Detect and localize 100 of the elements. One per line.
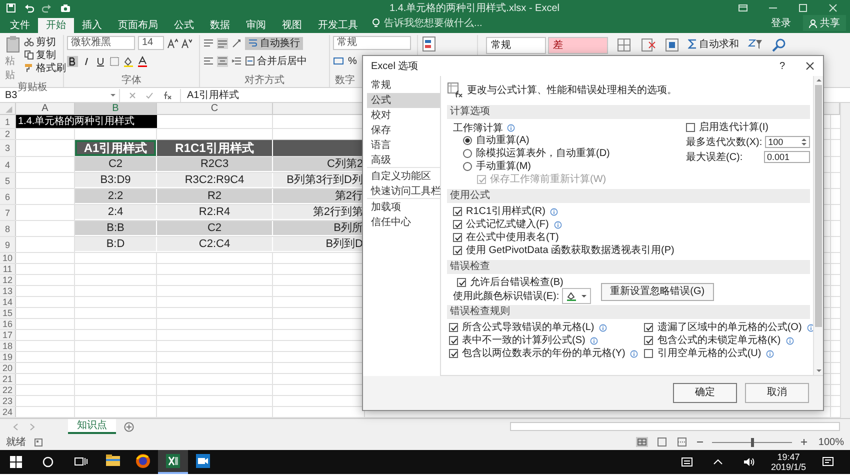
radio-button[interactable]	[463, 162, 472, 171]
row-header[interactable]: 12	[0, 275, 16, 285]
format-cells-icon[interactable]	[664, 37, 680, 53]
sidebar-item[interactable]: 加载项	[367, 200, 440, 215]
number-field[interactable]: 0.001	[764, 150, 810, 162]
reset-errors-button[interactable]: 重新设置忽略错误(G)	[601, 283, 714, 301]
row-header[interactable]: 16	[0, 319, 16, 329]
sidebar-item[interactable]: 信任中心	[367, 215, 440, 230]
color-picker[interactable]	[562, 288, 592, 304]
ribbon-tab[interactable]: 插入	[74, 18, 110, 33]
task-view-icon[interactable]	[74, 456, 88, 468]
add-sheet-icon[interactable]	[124, 422, 134, 432]
ribbon-tab[interactable]: 公式	[166, 18, 202, 33]
camera-icon[interactable]	[60, 3, 71, 13]
page-layout-icon[interactable]	[656, 437, 668, 447]
sheet-tab[interactable]: 知识点	[68, 419, 116, 434]
help-button[interactable]: ?	[779, 60, 785, 72]
scroll-thumb[interactable]	[815, 85, 822, 327]
sidebar-item[interactable]: 校对	[367, 108, 440, 123]
row-header[interactable]: 1	[0, 115, 16, 128]
radio-button[interactable]	[463, 136, 472, 145]
checkbox[interactable]	[449, 349, 458, 358]
radio-button[interactable]	[463, 149, 472, 158]
cell-style[interactable]: 差	[548, 37, 608, 54]
sidebar-item[interactable]: 语言	[367, 138, 440, 153]
checkbox[interactable]	[449, 323, 458, 332]
row-header[interactable]: 14	[0, 297, 16, 307]
sidebar-item[interactable]: 公式	[367, 93, 440, 108]
checkbox[interactable]	[449, 336, 458, 345]
align-middle-icon[interactable]	[217, 38, 228, 48]
checkbox[interactable]	[457, 278, 466, 287]
borders-icon[interactable]	[109, 56, 120, 66]
ribbon-display-icon[interactable]	[738, 3, 748, 13]
number-field[interactable]: 100	[765, 136, 810, 148]
row-header[interactable]: 18	[0, 341, 16, 351]
row-header[interactable]: 7	[0, 205, 16, 220]
ribbon-tab[interactable]: 页面布局	[110, 18, 166, 33]
checkbox[interactable]	[453, 207, 462, 216]
clipboard-button[interactable]: 复制	[24, 48, 66, 61]
row-header[interactable]: 19	[0, 352, 16, 362]
underline-icon[interactable]	[95, 56, 106, 66]
chevron-up-icon[interactable]	[712, 458, 723, 466]
zoom-in-icon[interactable]	[800, 438, 808, 446]
orientation-icon[interactable]	[231, 38, 242, 48]
sidebar-item[interactable]: 常规	[367, 78, 440, 93]
ribbon-tab[interactable]: 文件	[2, 18, 38, 33]
delete-cells-icon[interactable]	[640, 37, 656, 53]
maximize-icon[interactable]	[798, 3, 808, 13]
speaker-icon[interactable]	[742, 457, 755, 467]
page-break-icon[interactable]	[676, 437, 688, 447]
paste-button[interactable]: 粘贴	[5, 35, 21, 82]
bold-icon[interactable]	[67, 56, 78, 66]
ribbon-tab[interactable]: 数据	[202, 18, 238, 33]
row-header[interactable]: 23	[0, 396, 16, 406]
row-header[interactable]: 9	[0, 237, 16, 252]
row-header[interactable]: 5	[0, 173, 16, 188]
clock[interactable]: 19:47 2019/1/5	[770, 452, 806, 472]
checkbox[interactable]	[453, 233, 462, 242]
macro-record-icon[interactable]	[34, 438, 43, 446]
sidebar-item[interactable]: 快速访问工具栏	[367, 184, 440, 199]
vertical-scrollbar[interactable]	[813, 76, 823, 375]
search-box[interactable]: 告诉我您想要做什么...	[366, 16, 488, 33]
merge-center-button[interactable]: 合并后居中	[245, 54, 307, 68]
close-icon[interactable]	[805, 61, 815, 71]
row-header[interactable]: 17	[0, 330, 16, 340]
checkbox[interactable]	[644, 323, 654, 332]
keyboard-icon[interactable]	[680, 457, 693, 467]
fill-color-icon[interactable]	[123, 56, 134, 66]
sidebar-item[interactable]: 自定义功能区	[367, 169, 440, 184]
increase-font-icon[interactable]	[167, 38, 178, 48]
row-header[interactable]: 20	[0, 363, 16, 373]
font-color-icon[interactable]	[137, 56, 148, 66]
ribbon-tab[interactable]: 开始	[38, 18, 74, 33]
undo-icon[interactable]	[24, 3, 34, 13]
ribbon-tab[interactable]: 视图	[274, 18, 310, 33]
cancel-button[interactable]: 取消	[745, 383, 809, 403]
row-header[interactable]: 11	[0, 264, 16, 274]
row-header[interactable]: 21	[0, 374, 16, 384]
currency-icon[interactable]	[333, 56, 345, 66]
row-header[interactable]: 8	[0, 221, 16, 236]
align-left-icon[interactable]	[203, 56, 214, 66]
checkbox[interactable]	[644, 336, 654, 345]
decrease-font-icon[interactable]	[181, 38, 192, 48]
checkbox[interactable]	[644, 349, 654, 358]
number-format-field[interactable]: 常规	[333, 36, 411, 50]
redo-icon[interactable]	[42, 3, 52, 13]
cell-style[interactable]: 常规	[486, 37, 546, 54]
function-icon[interactable]	[162, 90, 172, 100]
save-icon[interactable]	[6, 3, 16, 13]
horizontal-scrollbar[interactable]	[510, 422, 840, 431]
windows-icon[interactable]	[10, 456, 22, 468]
row-header[interactable]: 24	[0, 407, 16, 417]
checkbox[interactable]	[453, 246, 462, 255]
row-header[interactable]: 6	[0, 189, 16, 204]
slider-thumb[interactable]	[751, 438, 754, 446]
row-header[interactable]: 10	[0, 253, 16, 263]
spinner-icon[interactable]	[801, 136, 807, 146]
column-header[interactable]: C	[157, 103, 273, 114]
ok-button[interactable]: 确定	[673, 383, 737, 403]
notification-icon[interactable]	[822, 456, 834, 468]
